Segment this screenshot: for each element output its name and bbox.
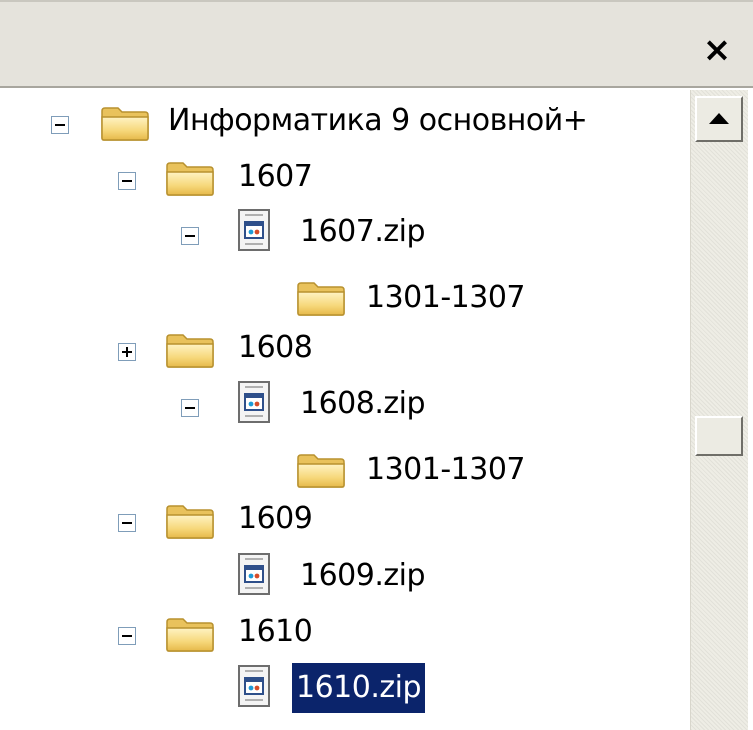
folder-icon [296, 452, 346, 488]
tree-node-1609[interactable]: 1609 [234, 497, 316, 541]
zip-file-icon [236, 380, 272, 424]
tree-node-1608[interactable]: 1608 [234, 326, 316, 370]
expand-toggle[interactable] [118, 343, 136, 361]
scrollbar-thumb[interactable] [695, 416, 743, 456]
folder-icon [165, 616, 215, 652]
folder-icon [165, 332, 215, 368]
collapse-toggle[interactable] [181, 399, 199, 417]
collapse-toggle[interactable] [51, 116, 69, 134]
collapse-toggle[interactable] [118, 627, 136, 645]
collapse-toggle[interactable] [118, 514, 136, 532]
folder-icon [100, 105, 150, 141]
tree-node-1610[interactable]: 1610 [234, 610, 316, 654]
tree-node-1608-zip[interactable]: 1608.zip [296, 382, 429, 426]
close-button[interactable]: × [697, 30, 737, 70]
tree-node-1610-zip[interactable]: 1610.zip [292, 663, 426, 713]
collapse-toggle[interactable] [181, 227, 199, 245]
tree-node-1609-zip[interactable]: 1609.zip [296, 554, 429, 598]
tree-node-1301-1307[interactable]: 1301-1307 [362, 448, 529, 492]
panel-title-bar: × [0, 0, 753, 88]
zip-file-icon [236, 664, 272, 708]
arrow-up-icon [709, 113, 729, 124]
folder-icon [165, 160, 215, 196]
tree-node-1301-1307[interactable]: 1301-1307 [362, 276, 529, 320]
zip-file-icon [236, 208, 272, 252]
tree-node-root[interactable]: Информатика 9 основной+ [164, 99, 591, 143]
vertical-scrollbar[interactable] [690, 90, 748, 730]
folder-icon [296, 280, 346, 316]
folder-tree: Информатика 9 основной+ 1607 1607.zip 13… [0, 90, 690, 730]
folder-icon [165, 503, 215, 539]
scroll-up-button[interactable] [695, 96, 743, 142]
zip-file-icon [236, 552, 272, 596]
tree-node-1607-zip[interactable]: 1607.zip [296, 210, 429, 254]
collapse-toggle[interactable] [118, 172, 136, 190]
tree-node-1607[interactable]: 1607 [234, 155, 316, 199]
